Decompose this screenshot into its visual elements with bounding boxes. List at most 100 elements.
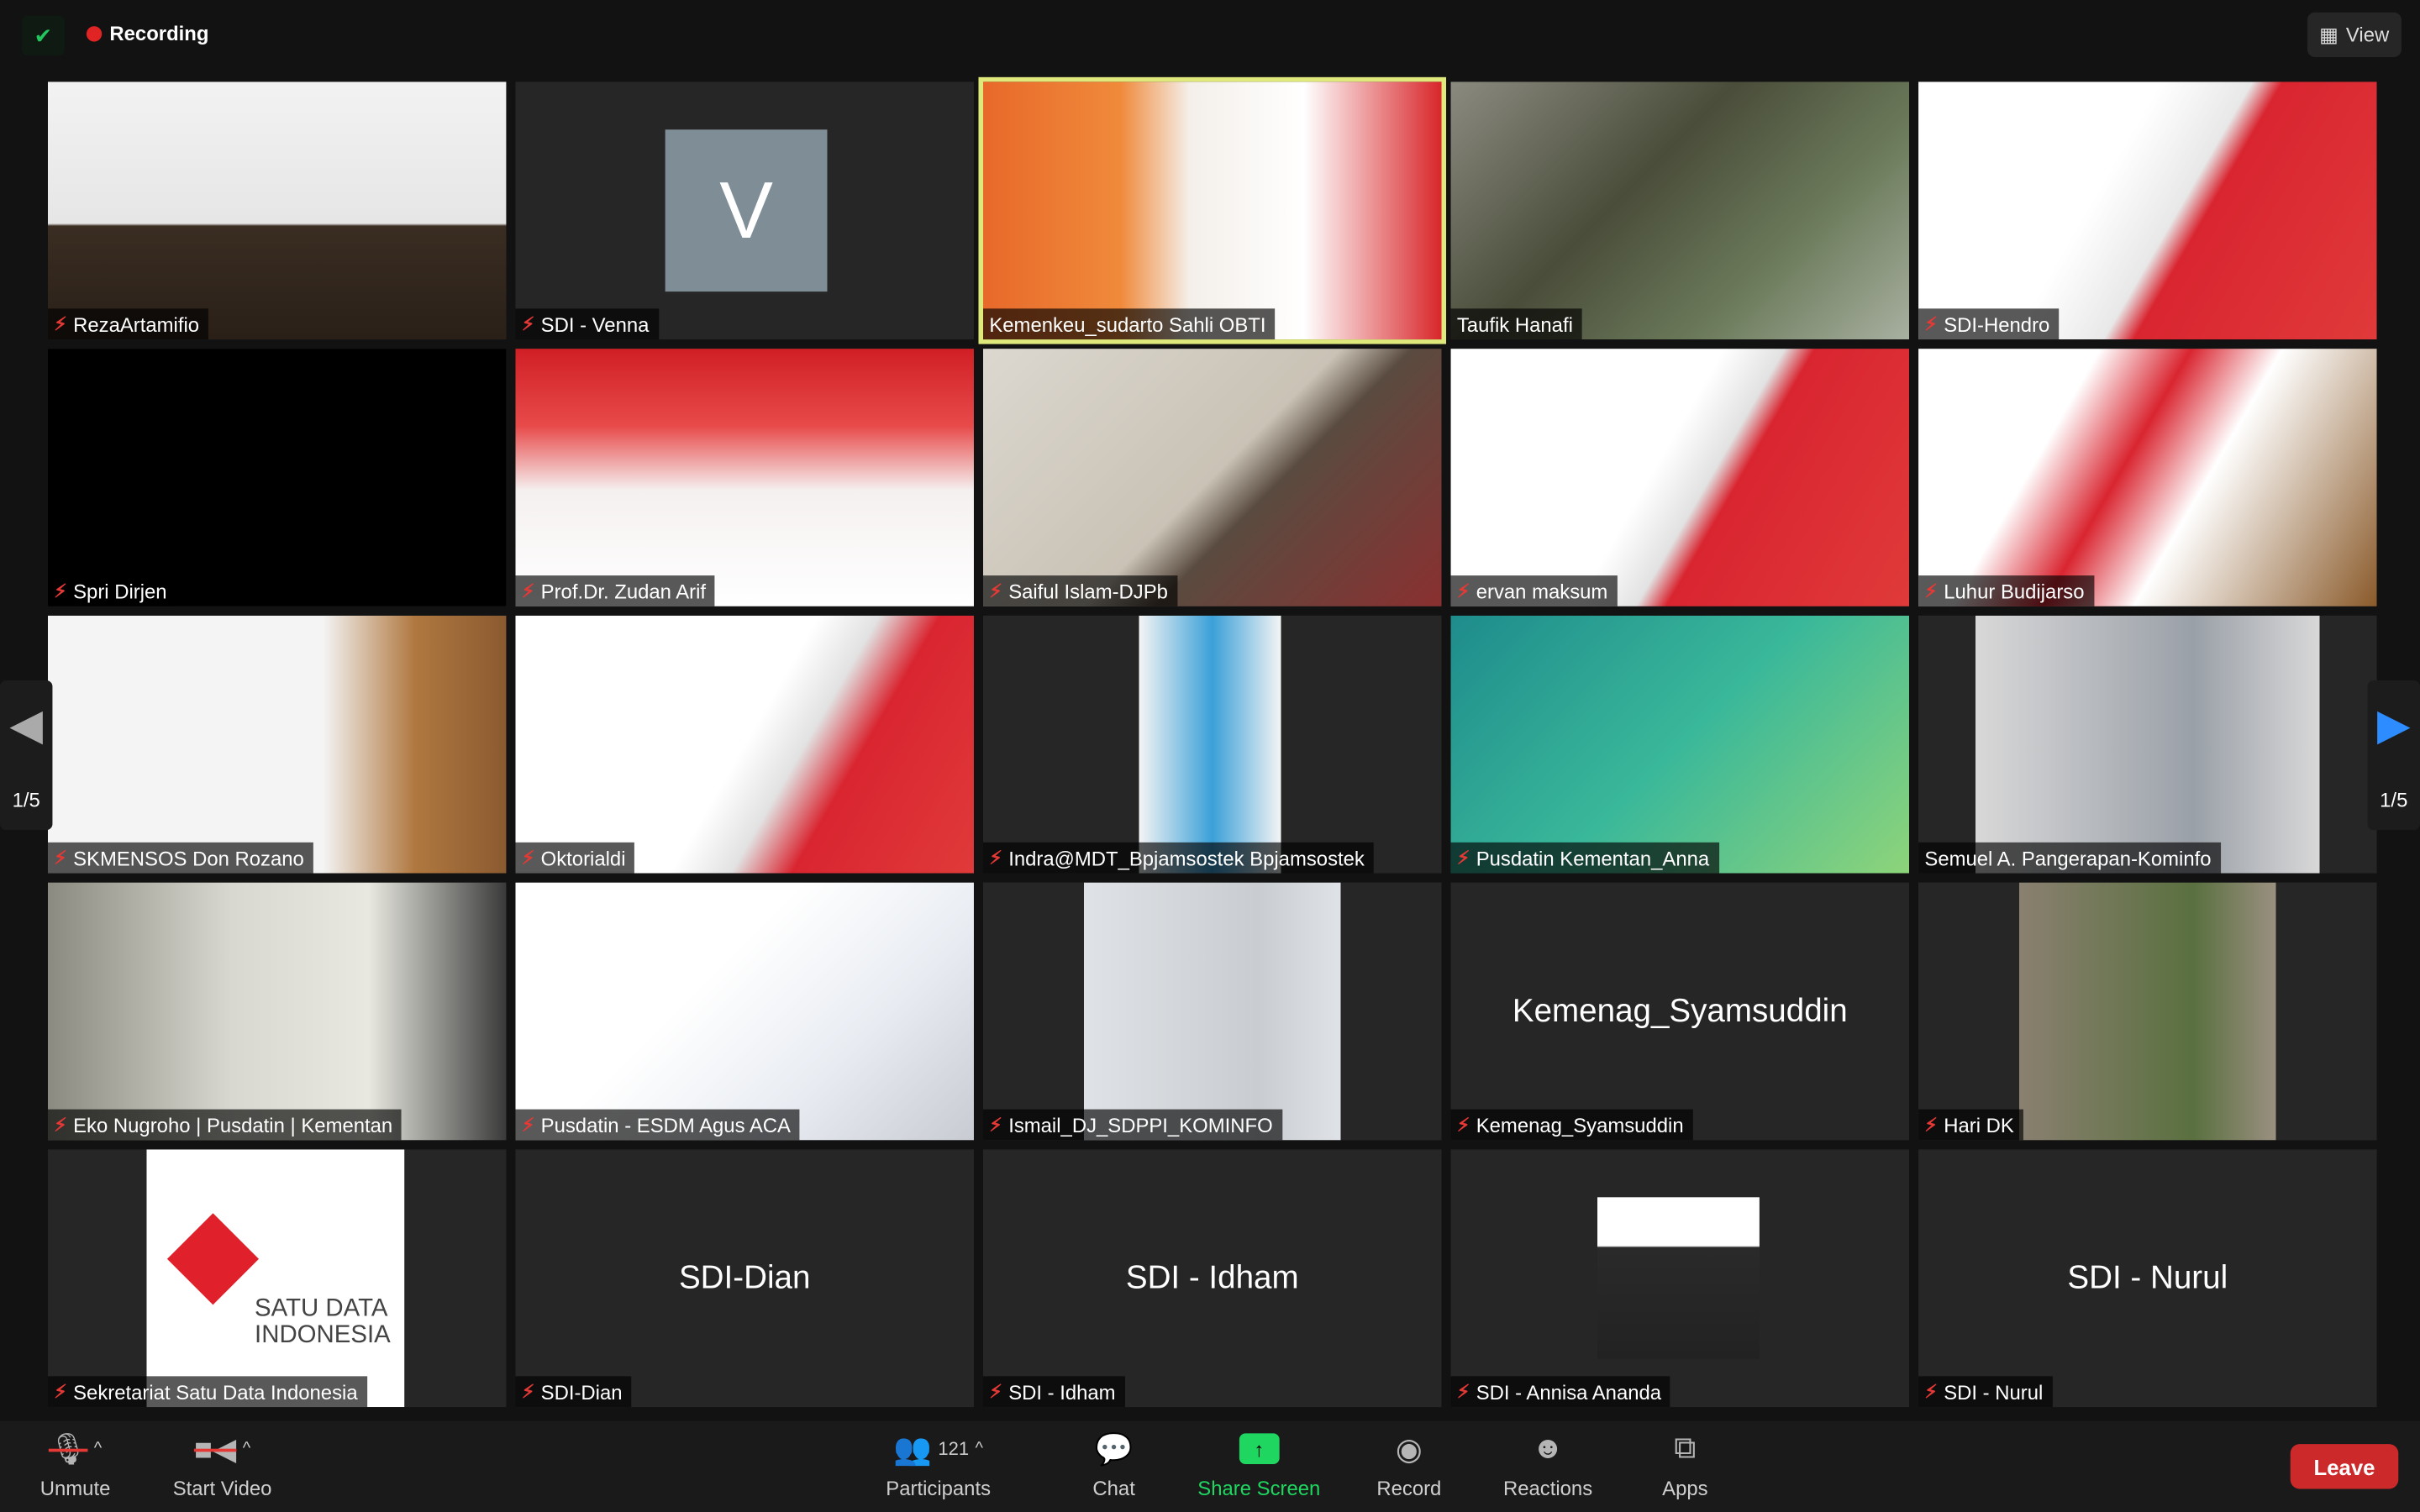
mic-muted-icon: ⚡︎ [1924,1114,1938,1136]
video-feed [982,349,1442,606]
participant-name: Semuel A. Pangerapan-Kominfo [1924,846,2212,869]
record-button[interactable]: ◉ Record [1376,1431,1442,1500]
share-screen-button[interactable]: ↑ Share Screen [1197,1431,1320,1499]
reactions-button[interactable]: ☻ Reactions [1503,1431,1592,1500]
participant-tile[interactable]: ⚡︎ Saiful Islam-DJPb [982,349,1442,606]
logo-text: SATU DATA INDONESIA [255,1295,391,1349]
grid-icon: ▦ [2319,22,2338,46]
participant-tile[interactable]: ⚡︎ Pusdatin Kementan_Anna [1450,615,1910,874]
page-indicator-left: 1/5 [12,788,40,811]
participant-name-tag: ⚡︎ SKMENSOS Don Rozano [47,842,313,874]
mic-muted-icon: ⚡︎ [1456,1114,1470,1136]
mic-muted-icon: ⚡︎ [989,1114,1002,1136]
participant-tile[interactable]: ⚡︎ Hari DK [1918,882,2377,1141]
mic-muted-icon: ⚡︎ [1924,312,1938,335]
participant-display-name: SDI-Dian [678,1259,811,1295]
video-feed [47,615,507,874]
participant-tile[interactable]: ⚡︎ Indra@MDT_Bpjamsostek Bpjamsostek [982,615,1442,874]
participant-tile[interactable]: ⚡︎ Oktorialdi [515,615,974,874]
participant-tile[interactable]: ⚡︎ SDI - Annisa Ananda [1450,1149,1910,1408]
record-icon: ◉ [1395,1432,1423,1467]
participant-tile[interactable]: SDI-Dian ⚡︎ SDI-Dian [515,1149,974,1408]
participant-name-tag: ⚡︎ Pusdatin - ESDM Agus ACA [515,1109,800,1141]
mic-muted-icon: ⚡︎ [989,847,1002,869]
video-options-caret-icon[interactable]: ^ [243,1440,250,1458]
participant-name-tag: ⚡︎ SDI - Venna [515,308,659,340]
participant-tile[interactable]: ⚡︎ Ismail_DJ_SDPPI_KOMINFO [982,882,1442,1141]
participant-tile[interactable]: ⚡︎ SKMENSOS Don Rozano [47,615,507,874]
participant-name-tag: ⚡︎ Sekretariat Satu Data Indonesia [47,1376,367,1408]
participant-name-tag: ⚡︎ SDI - Nurul [1918,1376,2053,1408]
participant-tile[interactable]: SDI - Idham ⚡︎ SDI - Idham [982,1149,1442,1408]
participant-name: SDI - Annisa Ananda [1476,1379,1662,1404]
start-video-button[interactable]: ■◀ ^ Start Video [173,1431,272,1499]
participant-name-tag: Taufik Hanafi [1450,308,1582,340]
participant-name: Luhur Budijarso [1944,579,2085,603]
reactions-label: Reactions [1502,1476,1593,1500]
video-feed [515,882,974,1141]
chat-button[interactable]: 💬 Chat [1092,1431,1134,1499]
recording-indicator[interactable]: Recording [86,22,209,45]
video-feed [982,81,1442,340]
gallery-grid: ⚡︎ RezaArtamifio V ⚡︎ SDI - Venna Kemenkeu_su… [47,76,2377,1408]
participant-tile[interactable]: Kemenag_Syamsuddin ⚡︎ Kemenag_Syamsuddin [1450,882,1910,1141]
mic-muted-icon: ⚡︎ [1456,1380,1470,1403]
top-bar: ✔ Recording ▦ View [0,0,2420,71]
participant-tile[interactable]: V ⚡︎ SDI - Venna [515,81,974,340]
participant-name: Sekretariat Satu Data Indonesia [73,1379,358,1404]
mic-muted-icon: ⚡︎ [1924,1380,1938,1403]
mic-muted-icon: ⚡︎ [54,847,67,869]
video-feed [982,615,1442,874]
record-label: Record [1376,1476,1442,1500]
participant-name: Pusdatin Kementan_Anna [1476,846,1710,869]
video-feed [1918,81,2377,340]
participant-name: Kemenkeu_sudarto Sahli OBTI [989,312,1266,336]
participant-tile[interactable]: ⚡︎ Spri Dirjen [47,349,507,606]
participant-tile[interactable]: Semuel A. Pangerapan-Kominfo [1918,615,2377,874]
audio-options-caret-icon[interactable]: ^ [94,1440,102,1458]
participant-name-tag: ⚡︎ Saiful Islam-DJPb [982,575,1177,606]
mic-muted-icon: 🎙 [48,1432,88,1467]
unmute-button[interactable]: 🎙 ^ Unmute [39,1431,111,1500]
participant-name: Ismail_DJ_SDPPI_KOMINFO [1008,1113,1273,1137]
leave-button[interactable]: Leave [2290,1444,2399,1489]
unmute-label: Unmute [39,1476,111,1500]
view-label: View [2345,23,2390,47]
participant-tile[interactable]: ⚡︎ ervan maksum [1450,349,1910,606]
participant-name-tag: ⚡︎ SDI-Dian [515,1376,632,1408]
participant-tile[interactable]: SATU DATA INDONESIA ⚡︎ Sekretariat Satu Da… [47,1149,507,1408]
participant-tile[interactable]: ⚡︎ Prof.Dr. Zudan Arif [515,349,974,606]
smiley-plus-icon: ☻ [1531,1431,1565,1465]
previous-page-button[interactable]: ◀ 1/5 [0,680,53,831]
mic-muted-icon: ⚡︎ [521,1114,535,1136]
participants-caret-icon[interactable]: ^ [976,1440,983,1458]
mic-muted-icon: ⚡︎ [521,847,535,869]
zoom-meeting-window: ✔ Recording ▦ View ⚡︎ RezaArtamifio V ⚡︎ SDI … [0,0,2420,1512]
page-indicator-right: 1/5 [2380,788,2408,811]
participant-tile[interactable]: ⚡︎ Luhur Budijarso [1918,349,2377,606]
participant-count: 121 [938,1437,970,1460]
participant-tile[interactable]: ⚡︎ Pusdatin - ESDM Agus ACA [515,882,974,1141]
participant-tile[interactable]: SDI - Nurul ⚡︎ SDI - Nurul [1918,1149,2377,1408]
mic-muted-icon: ⚡︎ [54,312,67,335]
participant-tile[interactable]: Kemenkeu_sudarto Sahli OBTI [978,76,1447,344]
participant-name-tag: ⚡︎ Pusdatin Kementan_Anna [1450,842,1719,874]
video-feed [1450,81,1910,340]
next-page-button[interactable]: ▶ 1/5 [2367,680,2420,831]
video-feed [47,81,507,340]
share-arrow-up-icon: ↑ [1239,1433,1280,1465]
participant-tile[interactable]: Taufik Hanafi [1450,81,1910,340]
participant-name-tag: ⚡︎ SDI - Idham [982,1376,1125,1408]
participant-name: SDI - Venna [540,312,650,336]
participant-tile[interactable]: ⚡︎ Eko Nugroho | Pusdatin | Kementan [47,882,507,1141]
video-feed [47,882,507,1141]
participant-tile[interactable]: ⚡︎ RezaArtamifio [47,81,507,340]
apps-button[interactable]: ⧉ Apps [1662,1431,1707,1500]
participants-button[interactable]: 👥 121 ^ Participants [886,1431,991,1499]
video-feed [47,349,507,606]
security-shield-icon[interactable]: ✔ [21,15,66,56]
participant-name-tag: ⚡︎ Oktorialdi [515,842,635,874]
participant-tile[interactable]: ⚡︎ SDI-Hendro [1918,81,2377,340]
view-button[interactable]: ▦ View [2307,12,2402,57]
participants-icon: 👥 [893,1432,933,1467]
